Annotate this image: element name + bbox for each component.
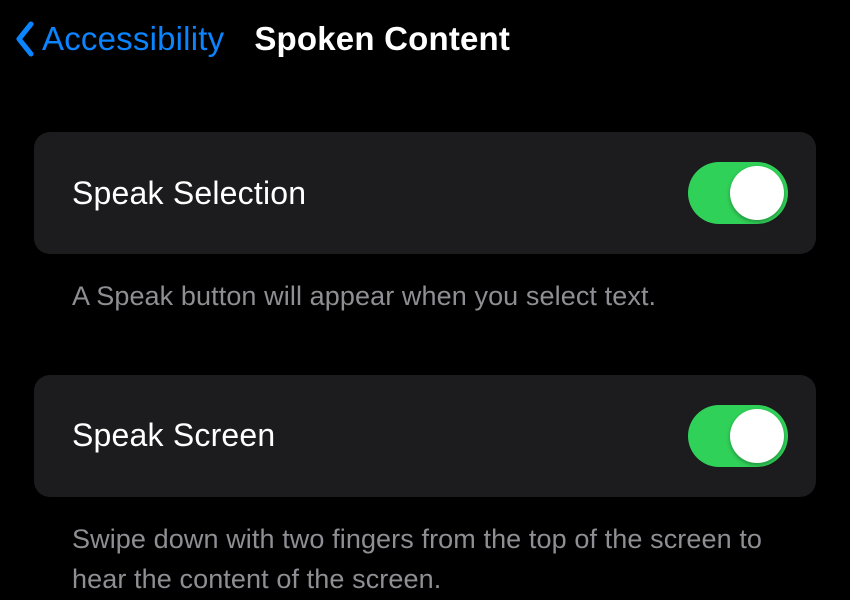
- header-bar: Accessibility Spoken Content: [0, 0, 850, 86]
- speak-selection-toggle[interactable]: [688, 162, 788, 224]
- speak-screen-row[interactable]: Speak Screen: [34, 375, 816, 497]
- speak-selection-label: Speak Selection: [72, 175, 306, 212]
- speak-selection-group: Speak Selection A Speak button will appe…: [34, 132, 816, 317]
- content-area: Speak Selection A Speak button will appe…: [0, 86, 850, 600]
- back-button[interactable]: Accessibility: [14, 20, 224, 58]
- speak-selection-row[interactable]: Speak Selection: [34, 132, 816, 254]
- speak-selection-description: A Speak button will appear when you sele…: [34, 254, 816, 317]
- speak-screen-toggle[interactable]: [688, 405, 788, 467]
- back-label: Accessibility: [42, 20, 224, 58]
- speak-screen-group: Speak Screen Swipe down with two fingers…: [34, 375, 816, 600]
- speak-screen-description: Swipe down with two fingers from the top…: [34, 497, 816, 600]
- page-title: Spoken Content: [254, 20, 510, 58]
- speak-screen-label: Speak Screen: [72, 417, 275, 454]
- chevron-left-icon: [14, 21, 36, 57]
- toggle-knob: [730, 409, 784, 463]
- toggle-knob: [730, 166, 784, 220]
